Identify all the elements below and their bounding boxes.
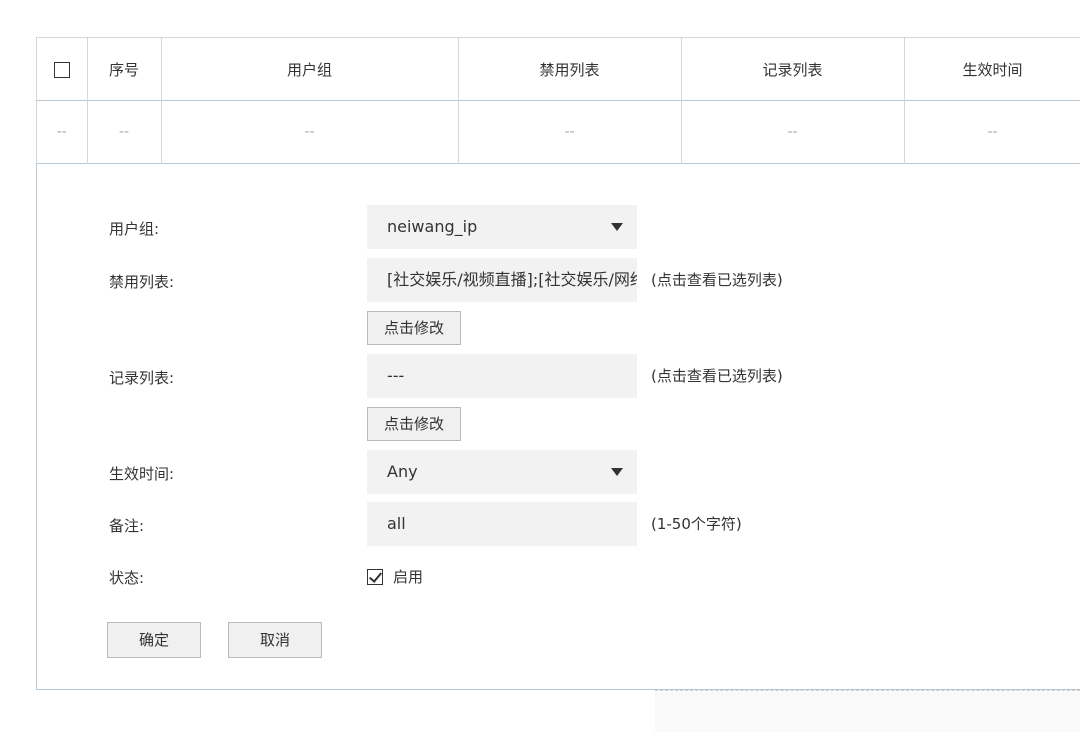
effective-time-value: Any [387,462,418,481]
rules-table-wrap: 序号 用户组 禁用列表 记录列表 生效时间 -- -- -- -- -- -- [36,37,1080,164]
cell-ban-list: -- [458,100,682,164]
user-group-label: 用户组: [109,220,160,238]
header-ban-list: 禁用列表 [458,38,682,101]
ban-list-view-link[interactable]: (点击查看已选列表) [651,258,783,302]
checkbox-checked-icon[interactable] [367,568,383,585]
ban-list-value: [社交娱乐/视频直播];[社交娱乐/网络游戏] [387,270,637,289]
effective-time-select[interactable]: Any [367,450,637,494]
select-all-checkbox[interactable] [53,61,70,78]
cancel-button[interactable]: 取消 [228,622,322,658]
table-row[interactable]: -- -- -- -- -- -- [37,100,1080,164]
table-header-row: 序号 用户组 禁用列表 记录列表 生效时间 [37,38,1080,101]
header-effective-time: 生效时间 [904,38,1080,101]
cell-select: -- [37,100,88,164]
record-list-label: 记录列表: [109,369,175,387]
effective-time-label: 生效时间: [109,465,175,483]
chevron-down-icon [611,223,623,231]
divider [655,690,1080,691]
record-list-value: --- [387,366,405,385]
user-group-value: neiwang_ip [387,217,478,236]
status-label: 状态: [109,569,145,587]
remark-label: 备注: [109,517,145,535]
cell-effective-time: -- [904,100,1080,164]
cell-record-list: -- [681,100,905,164]
background-strip [655,692,1080,732]
remark-value: all [387,514,406,533]
header-user-group: 用户组 [161,38,459,101]
ban-list-field[interactable]: [社交娱乐/视频直播];[社交娱乐/网络游戏] [367,258,637,302]
user-group-select[interactable]: neiwang_ip [367,205,637,249]
cell-user-group: -- [161,100,459,164]
remark-input[interactable]: all [367,502,637,546]
ban-list-label: 禁用列表: [109,273,175,291]
status-enabled-label: 启用 [393,568,424,586]
chevron-down-icon [611,468,623,476]
record-list-modify-button[interactable]: 点击修改 [367,407,461,441]
rules-table: 序号 用户组 禁用列表 记录列表 生效时间 -- -- -- -- -- -- [37,38,1080,164]
record-list-field[interactable]: --- [367,354,637,398]
record-list-view-link[interactable]: (点击查看已选列表) [651,354,783,398]
select-all-cell[interactable] [37,38,88,101]
confirm-button[interactable]: 确定 [107,622,201,658]
ban-list-modify-button[interactable]: 点击修改 [367,311,461,345]
cell-index: -- [87,100,162,164]
edit-form-panel: 用户组: neiwang_ip 禁用列表: [社交娱乐/视频直播];[社交娱乐/… [36,164,1080,690]
header-record-list: 记录列表 [681,38,905,101]
status-enable-toggle[interactable]: 启用 [367,566,423,587]
header-index: 序号 [87,38,162,101]
remark-hint: (1-50个字符) [651,515,742,533]
